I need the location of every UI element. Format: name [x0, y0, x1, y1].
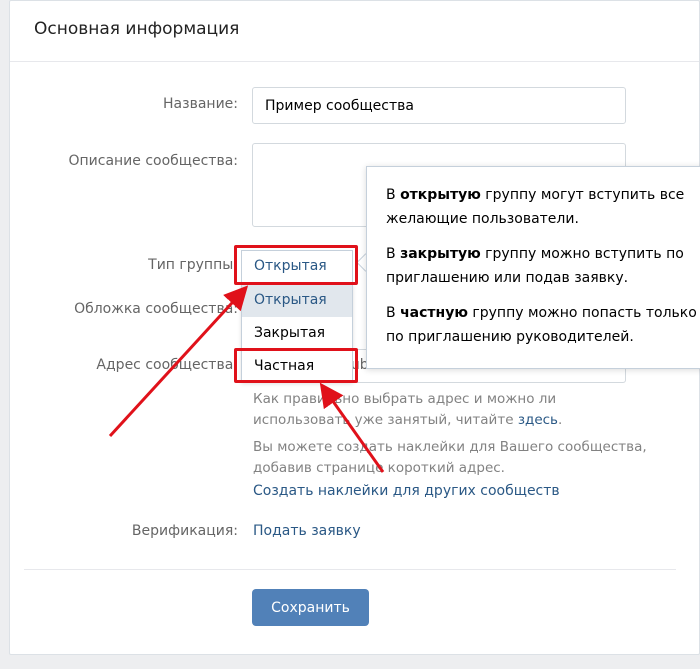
arrow-to-selected: [108, 285, 249, 438]
arrow-to-private: [319, 382, 385, 473]
annotation-arrows: [108, 285, 385, 473]
